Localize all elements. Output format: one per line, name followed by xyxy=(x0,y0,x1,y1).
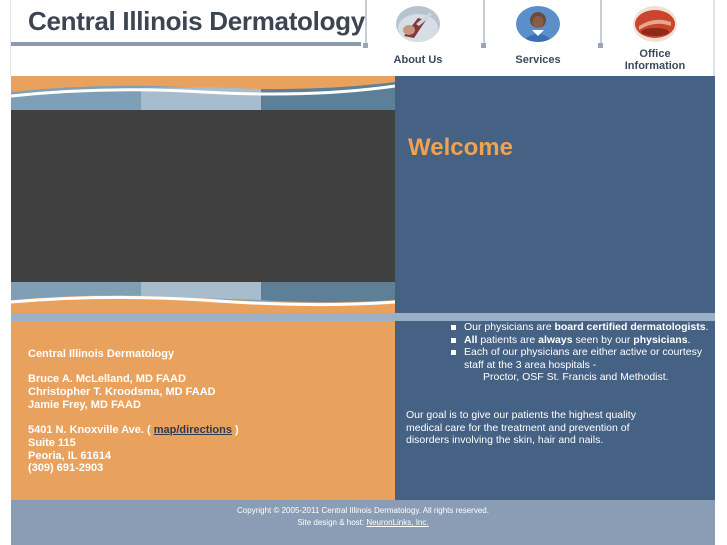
decorative-wave-bottom xyxy=(11,282,395,312)
phone-number: (309) 691-2903 xyxy=(28,462,104,475)
list-item: Each of our physicians are either active… xyxy=(451,346,719,384)
header-left-border xyxy=(10,0,11,76)
physician-name: Christopher T. Kroodsma, MD FAAD xyxy=(28,386,216,399)
site-credit: Site design & host: NeuronLinks, Inc. xyxy=(297,518,429,527)
neuronlinks-link[interactable]: NeuronLinks, Inc. xyxy=(366,518,428,527)
physician-name: Jamie Frey, MD FAAD xyxy=(28,398,141,411)
nav-about-us-label: About Us xyxy=(393,54,443,66)
contact-info: Central Illinois Dermatology Bruce A. Mc… xyxy=(28,348,239,475)
list-item: All patients are always seen by our phys… xyxy=(451,334,719,347)
site-footer: Copyright © 2005-2011 Central Illinois D… xyxy=(11,500,715,545)
nav-office-information-label: Office Information xyxy=(624,48,686,72)
nav-services-label: Services xyxy=(515,54,561,66)
site-logo-title[interactable]: Central Illinois Dermatology xyxy=(28,6,365,37)
hero-video-panel[interactable] xyxy=(11,110,395,282)
header-right-border xyxy=(713,0,715,76)
physician-name: Bruce A. McLelland, MD FAAD xyxy=(28,373,186,386)
feature-list: Our physicians are board certified derma… xyxy=(451,321,719,384)
nav-about-us[interactable]: About Us xyxy=(359,0,477,76)
nav-services[interactable]: Services xyxy=(479,0,597,76)
street-address: 5401 N. Knoxville Ave. ( map/directions … xyxy=(28,424,239,437)
hospital-list: Proctor, OSF St. Francis and Methodist. xyxy=(483,371,669,383)
suite: Suite 115 xyxy=(28,436,76,449)
map-directions-link[interactable]: map/directions xyxy=(154,424,232,436)
copyright-text: Copyright © 2005-2011 Central Illinois D… xyxy=(237,506,489,515)
decorative-wave-top xyxy=(11,78,395,110)
practice-name: Central Illinois Dermatology xyxy=(28,348,175,360)
address: 5401 N. Knoxville Ave. ( map/directions … xyxy=(28,424,239,475)
welcome-heading: Welcome xyxy=(408,134,513,161)
page: Central Illinois Dermatology About Us Se… xyxy=(0,0,727,545)
office-phone-photo-icon xyxy=(633,6,677,42)
goal-statement: Our goal is to give our patients the hig… xyxy=(406,409,636,447)
doctor-photo-icon xyxy=(396,6,440,42)
site-header: Central Illinois Dermatology About Us Se… xyxy=(0,0,727,76)
footer-left-margin xyxy=(0,500,11,545)
city-state-zip: Peoria, IL 61614 xyxy=(28,449,111,462)
section-divider xyxy=(11,313,715,321)
physician-list: Bruce A. McLelland, MD FAAD Christopher … xyxy=(28,373,239,411)
header-underline-bar xyxy=(11,42,361,46)
list-item: Our physicians are board certified derma… xyxy=(451,321,719,334)
nav-office-information[interactable]: Office Information xyxy=(596,0,714,76)
nurse-photo-icon xyxy=(516,6,560,42)
